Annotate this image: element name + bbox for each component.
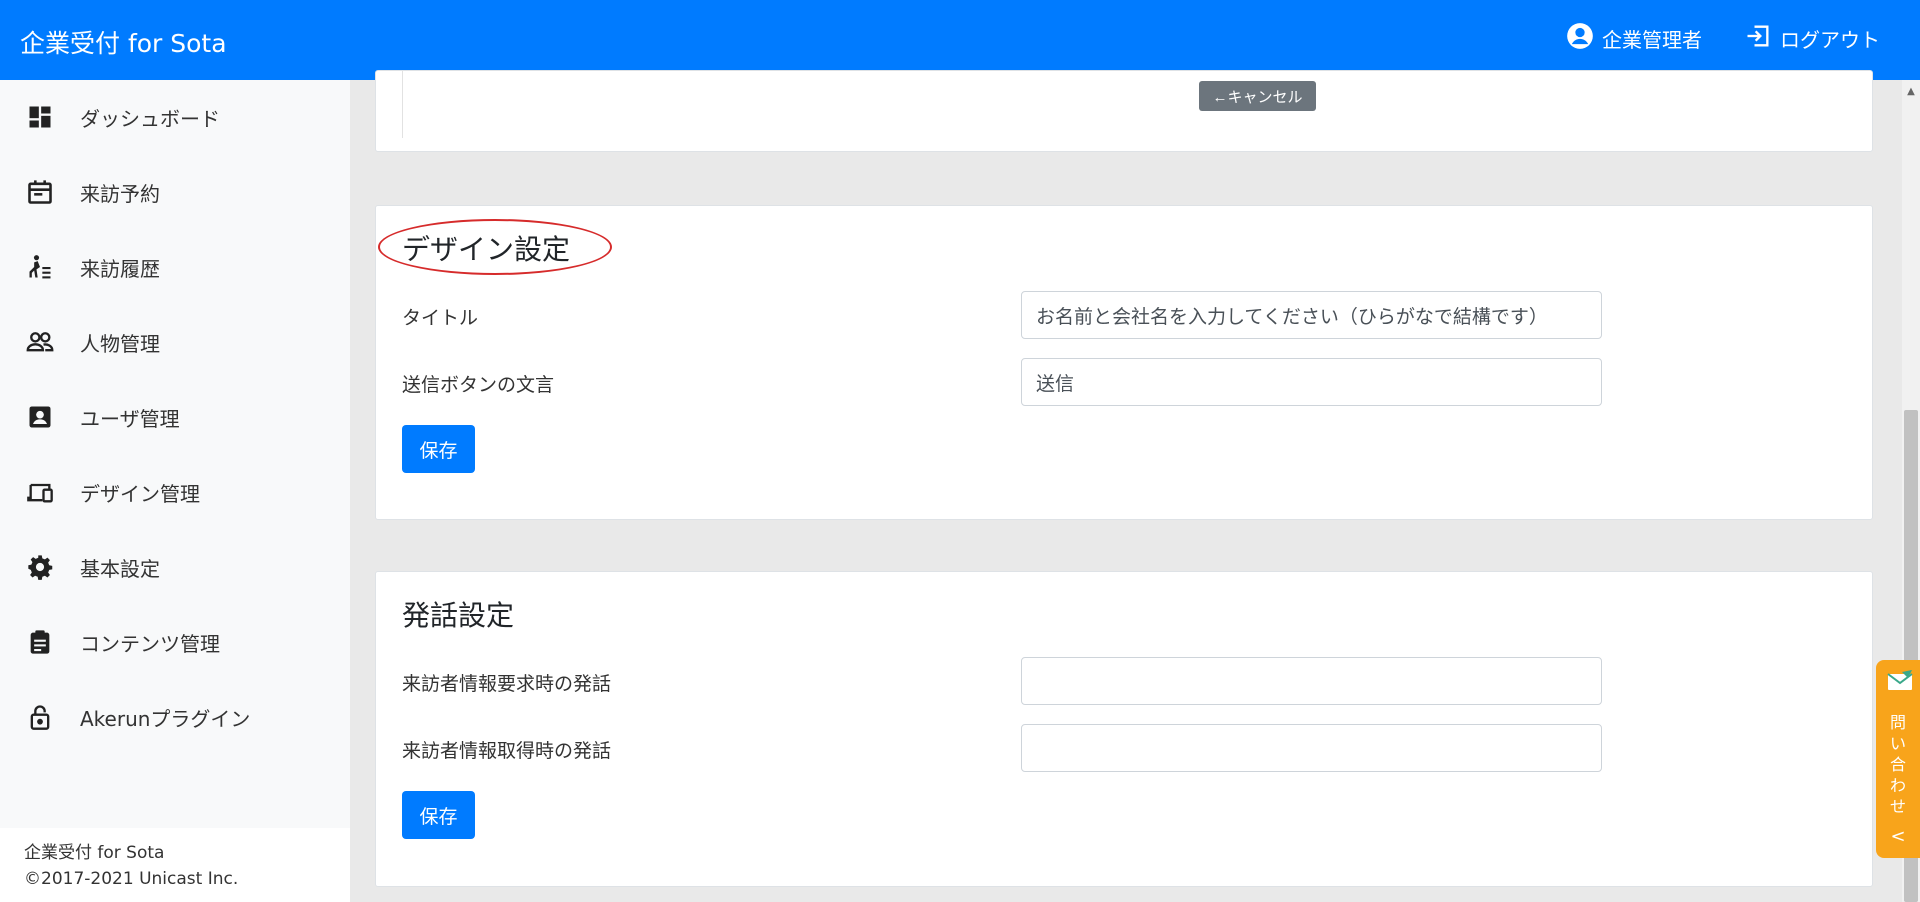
devices-icon: [26, 478, 54, 506]
brand-title[interactable]: 企業受付 for Sota: [20, 24, 227, 60]
sidebar-item-basic-settings[interactable]: 基本設定: [0, 537, 350, 597]
sidebar-item-visit-history[interactable]: 来訪履歴: [0, 237, 350, 297]
sidebar-item-design[interactable]: デザイン管理: [0, 462, 350, 522]
request-speech-input[interactable]: [1021, 657, 1602, 705]
sidebar-item-label: 来訪履歴: [80, 256, 160, 281]
lock-icon: [26, 703, 54, 731]
logout-label: ログアウト: [1780, 28, 1880, 52]
account-circle-icon: [1566, 22, 1594, 55]
user-badge-icon: [26, 403, 54, 431]
footer-app-name: 企業受付 for Sota: [24, 843, 165, 863]
sidebar-item-label: コンテンツ管理: [80, 631, 220, 656]
clipboard-icon: [26, 628, 54, 656]
sidebar-item-people[interactable]: 人物管理: [0, 312, 350, 372]
sidebar-footer: 企業受付 for Sota ©2017-2021 Unicast Inc.: [0, 828, 350, 902]
speech-settings-card: 発話設定 来訪者情報要求時の発話 来訪者情報取得時の発話 保存: [375, 571, 1873, 887]
sidebar-item-contents[interactable]: コンテンツ管理: [0, 612, 350, 672]
sidebar-item-visit-reservation[interactable]: 来訪予約: [0, 162, 350, 222]
dashboard-icon: [26, 103, 54, 131]
acquired-speech-label: 来訪者情報取得時の発話: [402, 740, 612, 762]
admin-menu[interactable]: 企業管理者: [1566, 22, 1702, 55]
scroll-up-arrow-icon[interactable]: ▲: [1904, 84, 1918, 98]
contact-tab[interactable]: 問い合わせ <: [1876, 660, 1920, 858]
send-button-text-label: 送信ボタンの文言: [402, 374, 555, 396]
people-icon: [26, 328, 54, 356]
sidebar-item-dashboard[interactable]: ダッシュボード: [0, 87, 350, 147]
title-input[interactable]: [1021, 291, 1602, 339]
speech-settings-title: 発話設定: [402, 599, 515, 632]
sidebar: ダッシュボード 来訪予約 来訪履歴 人物管理 ユーザ管理 デザイン管理 基本設定…: [0, 80, 350, 902]
divider: [402, 71, 403, 138]
sidebar-item-label: 来訪予約: [80, 181, 160, 206]
request-speech-label: 来訪者情報要求時の発話: [402, 673, 612, 695]
admin-label: 企業管理者: [1602, 28, 1702, 52]
design-save-button[interactable]: 保存: [402, 425, 475, 473]
calendar-icon: [26, 178, 54, 206]
top-right-menu: 企業管理者 ログアウト: [1566, 22, 1880, 55]
design-settings-title: デザイン設定: [402, 233, 571, 266]
logout-button[interactable]: ログアウト: [1744, 22, 1880, 55]
top-navbar: 企業受付 for Sota 企業管理者 ログアウト: [0, 0, 1920, 80]
sidebar-item-users[interactable]: ユーザ管理: [0, 387, 350, 447]
logout-icon: [1744, 22, 1772, 55]
sidebar-item-label: ユーザ管理: [80, 406, 180, 431]
acquired-speech-input[interactable]: [1021, 724, 1602, 772]
speech-save-button[interactable]: 保存: [402, 791, 475, 839]
title-field-label: タイトル: [402, 307, 479, 329]
sidebar-item-label: デザイン管理: [80, 481, 200, 506]
previous-settings-card: ←キャンセル: [375, 70, 1873, 152]
sidebar-item-label: ダッシュボード: [80, 106, 220, 131]
footer-copyright: ©2017-2021 Unicast Inc.: [24, 869, 239, 889]
mail-icon: [1887, 670, 1913, 690]
walk-history-icon: [26, 253, 54, 281]
main-content: ←キャンセル デザイン設定 タイトル 送信ボタンの文言 保存 発話設定 来訪者情…: [350, 70, 1900, 902]
send-button-text-input[interactable]: [1021, 358, 1602, 406]
sidebar-item-label: 基本設定: [80, 556, 160, 581]
sidebar-item-label: 人物管理: [80, 331, 160, 356]
cancel-button[interactable]: ←キャンセル: [1199, 81, 1316, 111]
sidebar-item-akerun-plugin[interactable]: Akerunプラグイン: [0, 687, 350, 747]
gear-icon: [26, 553, 54, 581]
chevron-left-icon: <: [1890, 826, 1906, 847]
contact-label: 問い合わせ: [1889, 713, 1906, 816]
design-settings-card: デザイン設定 タイトル 送信ボタンの文言 保存: [375, 205, 1873, 520]
sidebar-item-label: Akerunプラグイン: [80, 706, 251, 731]
